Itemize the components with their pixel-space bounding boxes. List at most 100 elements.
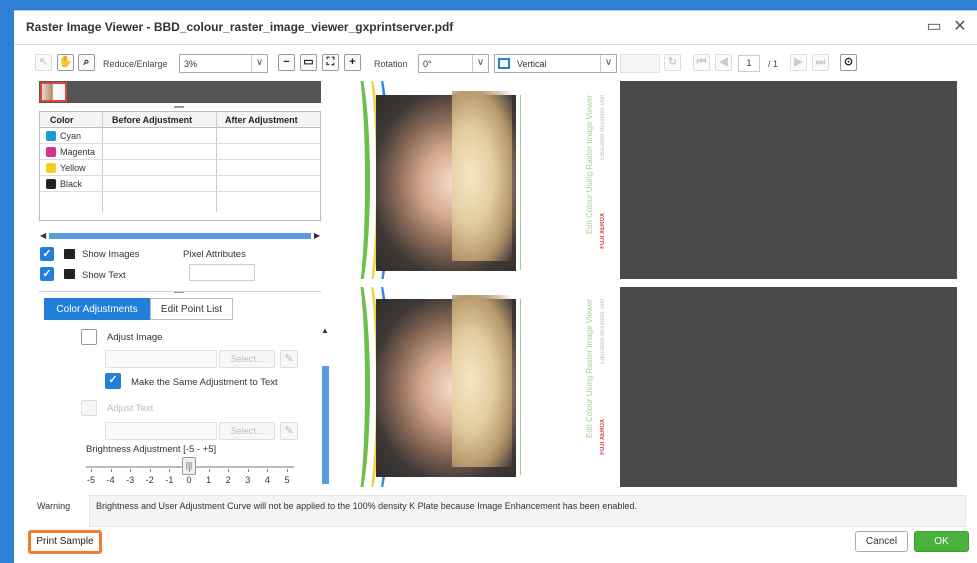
page-thumbnail[interactable] — [40, 82, 67, 102]
slider-tick-mark — [247, 469, 249, 472]
resize-grip[interactable] — [174, 106, 184, 108]
show-text-checkbox[interactable]: ✓ — [40, 267, 54, 281]
horizontal-scrollbar[interactable]: ◀ ▶ — [39, 231, 321, 240]
warning-bar: Warning Brightness and User Adjustment C… — [29, 495, 966, 527]
adjust-text-select-button: Select... — [219, 422, 275, 440]
slider-tick-mark — [169, 469, 171, 472]
black-icon — [46, 179, 56, 189]
portrait-hair — [452, 91, 512, 261]
doc-title: Edit Colour Using Raster Image Viewer — [585, 95, 594, 235]
header-color: Color — [50, 115, 74, 125]
header-after: After Adjustment — [225, 115, 298, 125]
scroll-left-icon[interactable]: ◀ — [40, 231, 46, 240]
show-text-label: Show Text — [82, 270, 126, 281]
window-title: Raster Image Viewer - BBD_colour_raster_… — [26, 20, 454, 34]
chevron-down-icon[interactable]: ∨ — [472, 55, 488, 72]
pencil-icon: ✎ — [280, 350, 298, 368]
slider-tick-mark — [228, 469, 230, 472]
page-total: / 1 — [768, 59, 779, 69]
chevron-down-icon[interactable]: ∨ — [251, 55, 267, 72]
tab-color-adjustments[interactable]: Color Adjustments — [44, 298, 150, 320]
page-number-input[interactable]: 1 — [738, 55, 760, 72]
yellow-icon — [46, 163, 56, 173]
same-adjustment-label: Make the Same Adjustment to Text — [131, 377, 278, 388]
brand-logo: FUJI XEROX — [600, 213, 606, 249]
orientation-icon — [498, 58, 510, 69]
select-tool-icon[interactable]: ↖ — [35, 54, 52, 71]
slider-tick-mark — [208, 469, 210, 472]
cancel-button[interactable]: Cancel — [855, 531, 908, 552]
preview-area[interactable]: Edit Colour Using Raster Image Viewer Ed… — [332, 81, 957, 493]
table-row[interactable]: Magenta — [40, 144, 320, 160]
adjust-image-label: Adjust Image — [107, 332, 163, 343]
table-row[interactable]: Black — [40, 176, 320, 192]
scroll-up-icon[interactable]: ▲ — [321, 326, 329, 335]
color-table: Color Before Adjustment After Adjustment… — [39, 111, 321, 221]
hand-tool-icon[interactable]: ✋ — [57, 54, 74, 71]
table-row[interactable]: Yellow — [40, 160, 320, 176]
slider-tick-mark — [91, 469, 92, 472]
page-preview-front: Edit Colour Using Raster Image Viewer Ed… — [332, 81, 615, 279]
print-sample-button[interactable]: Print Sample — [28, 530, 102, 554]
slider-tick-label: -5 — [86, 475, 95, 485]
page-preview-empty — [620, 287, 957, 487]
slider-tick-label: -1 — [165, 475, 174, 485]
pixel-attributes-field — [189, 264, 255, 281]
doc-subtitle: Education Business Unit — [600, 299, 606, 365]
cyan-icon — [46, 131, 56, 141]
next-page-icon: ▶ — [790, 54, 807, 71]
last-page-icon: ⏭ — [812, 54, 829, 71]
slider-tick-label: -3 — [126, 475, 135, 485]
rotation-combo[interactable]: 0° ∨ — [418, 54, 489, 73]
toolbar: ↖ ✋ ⌕ Reduce/Enlarge 3% ∨ − ▭ ⛶ + Rotati… — [14, 51, 977, 77]
fit-page-button[interactable]: ⛶ — [322, 54, 339, 71]
text-icon — [64, 269, 75, 279]
scrollbar-thumb[interactable] — [49, 233, 311, 239]
same-adjustment-checkbox[interactable]: ✓ — [105, 373, 121, 389]
scrollbar-thumb[interactable] — [322, 366, 329, 484]
slider-tick-label: 4 — [264, 475, 270, 485]
zoom-combo[interactable]: 3% ∨ — [179, 54, 268, 73]
slider-tick-mark — [287, 469, 288, 472]
vertical-scrollbar[interactable]: ▲ ▼ — [320, 326, 330, 515]
slider-tick-mark — [130, 469, 132, 472]
zoom-in-button[interactable]: + — [344, 54, 361, 71]
zoom-value: 3% — [184, 59, 198, 69]
adjust-image-checkbox[interactable] — [81, 329, 97, 345]
magnifier-icon[interactable]: ⌕ — [78, 54, 95, 71]
portrait-hair — [452, 295, 512, 467]
settings-icon[interactable]: ⊙ — [840, 54, 857, 71]
scroll-right-icon[interactable]: ▶ — [314, 231, 320, 240]
fit-width-button[interactable]: ▭ — [300, 54, 317, 71]
thumbnail-strip — [39, 81, 321, 103]
close-icon[interactable]: ✕ — [950, 17, 970, 37]
slider-tick-label: 2 — [225, 475, 231, 485]
table-row[interactable]: Cyan — [40, 128, 320, 144]
slider-tick-label: -2 — [145, 475, 154, 485]
first-page-icon: ⏮ — [693, 54, 710, 71]
page-preview-adjusted: Edit Colour Using Raster Image Viewer Ed… — [332, 287, 615, 487]
warning-text: Brightness and User Adjustment Curve wil… — [96, 501, 637, 511]
zoom-out-button[interactable]: − — [278, 54, 295, 71]
slider-tick-mark — [110, 469, 112, 472]
orientation-combo[interactable]: Vertical ∨ — [494, 54, 617, 73]
show-images-checkbox[interactable]: ✓ — [40, 247, 54, 261]
slider-tick-label: 5 — [284, 475, 290, 485]
ok-button[interactable]: OK — [914, 531, 969, 552]
chevron-down-icon[interactable]: ∨ — [600, 55, 616, 72]
document-text-block — [520, 299, 565, 475]
adjust-image-select-button: Select... — [219, 350, 275, 368]
maximize-icon[interactable]: ▭ — [924, 17, 944, 37]
row-label: Black — [60, 179, 83, 189]
slider-tick-mark — [149, 469, 151, 472]
brand-logo: FUJI XEROX — [600, 419, 606, 455]
page-preview-empty — [620, 81, 957, 279]
warning-label: Warning — [37, 501, 71, 511]
header-before: Before Adjustment — [112, 115, 193, 125]
pencil-icon: ✎ — [280, 422, 298, 440]
adjust-text-curve-field — [105, 422, 217, 440]
brightness-slider-thumb[interactable]: ||| — [182, 457, 196, 475]
tab-edit-point-list[interactable]: Edit Point List — [150, 298, 233, 320]
orientation-value: Vertical — [517, 59, 547, 69]
adjust-text-checkbox — [81, 400, 97, 416]
